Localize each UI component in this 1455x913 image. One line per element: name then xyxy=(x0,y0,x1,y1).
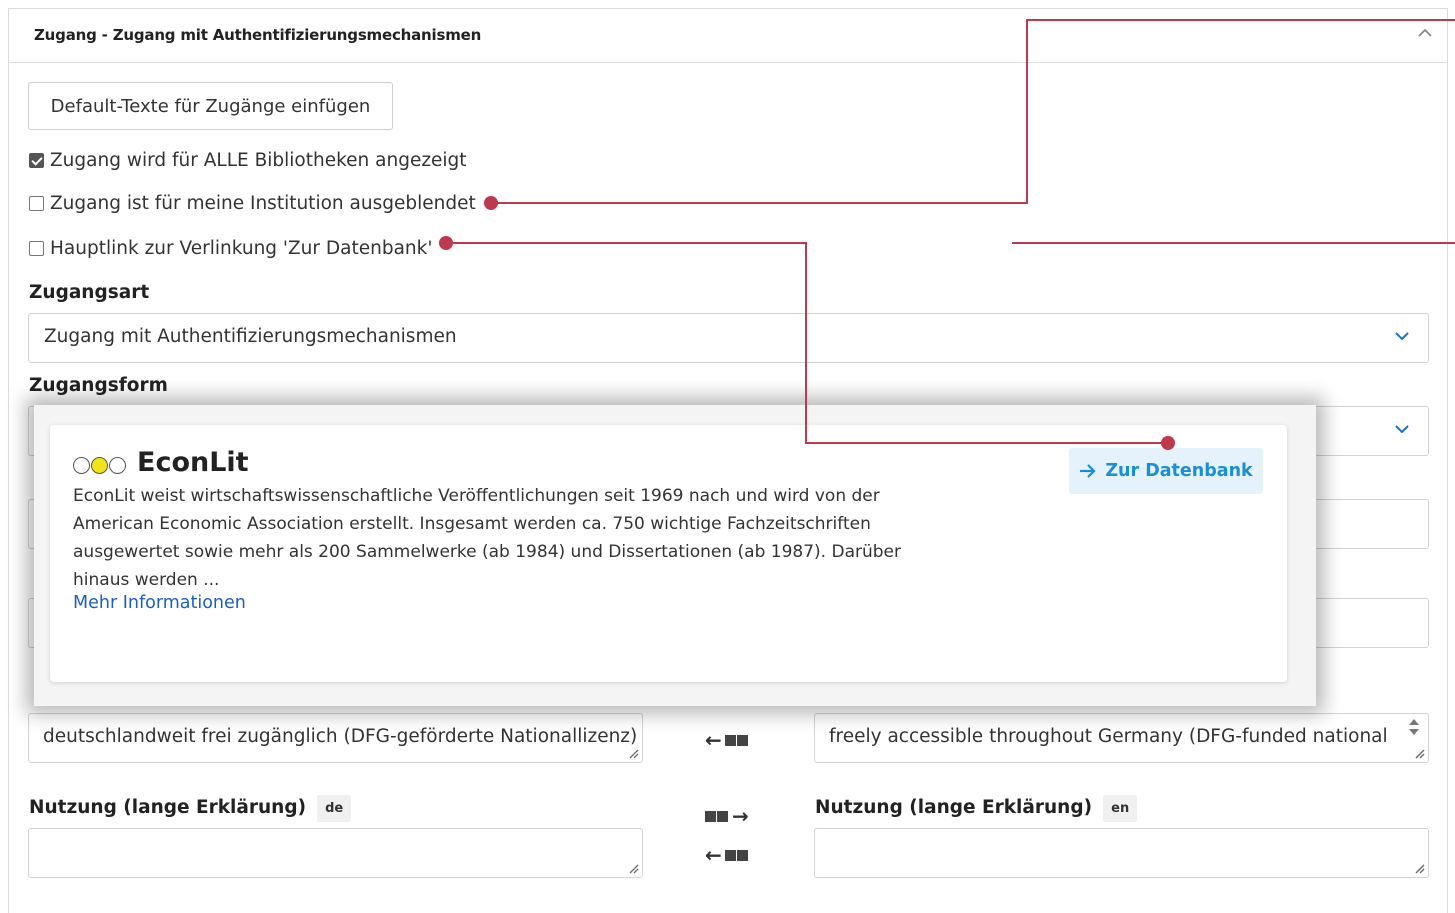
usage-short-de-textarea[interactable]: deutschlandweit frei zugänglich (DFG-gef… xyxy=(28,713,643,763)
database-title: EconLit xyxy=(137,447,249,478)
checkbox-label: Hauptlink zur Verlinkung 'Zur Datenbank' xyxy=(50,237,433,259)
zugangsform-label: Zugangsform xyxy=(29,375,168,396)
usage-short-en-textarea[interactable]: freely accessible throughout Germany (DF… xyxy=(814,713,1429,763)
usage-long-de-textarea[interactable] xyxy=(28,828,643,878)
arrow-right-icon xyxy=(1080,464,1096,478)
chevron-down-icon xyxy=(1395,425,1409,434)
checkbox-row-main-link[interactable]: Hauptlink zur Verlinkung 'Zur Datenbank' xyxy=(29,235,432,261)
checkbox-main-link[interactable] xyxy=(29,240,44,256)
resize-handle-icon[interactable] xyxy=(1415,749,1425,759)
to-database-label: Zur Datenbank xyxy=(1105,461,1253,481)
checkbox-row-hide-institution[interactable]: Zugang ist für meine Institution ausgebl… xyxy=(29,190,476,216)
usage-long-de-label-row: Nutzung (lange Erklärung) de xyxy=(29,795,352,822)
more-info-link[interactable]: Mehr Informationen xyxy=(73,593,246,613)
translate-left-icon[interactable]: ← xyxy=(705,728,749,752)
usage-short-de-value: deutschlandweit frei zugänglich (DFG-gef… xyxy=(43,726,638,747)
insert-default-texts-button[interactable]: Default-Texte für Zugänge einfügen xyxy=(28,82,393,130)
to-database-button[interactable]: Zur Datenbank xyxy=(1069,448,1263,494)
database-description: EconLit weist wirtschaftswissenschaftlic… xyxy=(73,486,902,590)
chevron-down-icon xyxy=(1395,332,1409,341)
translate-left-icon[interactable]: ← xyxy=(705,843,749,867)
traffic-dot-yellow-icon xyxy=(91,457,108,474)
lang-badge-en: en xyxy=(1103,795,1138,822)
preview-card: EconLit EconLit weist wirtschaftswissens… xyxy=(50,425,1287,682)
usage-short-en-value: freely accessible throughout Germany (DF… xyxy=(829,726,1388,747)
resize-handle-icon[interactable] xyxy=(1415,864,1425,874)
zugangsart-value: Zugang mit Authentifizierungsmechanismen xyxy=(44,326,457,347)
hidden-field-right-1[interactable] xyxy=(1300,499,1429,549)
translate-right-icon[interactable]: → xyxy=(705,804,749,828)
usage-long-en-label-row: Nutzung (lange Erklärung) en xyxy=(815,795,1138,822)
resize-handle-icon[interactable] xyxy=(629,749,639,759)
chevron-up-icon[interactable] xyxy=(1417,27,1433,39)
checkbox-label: Zugang wird für ALLE Bibliotheken angeze… xyxy=(50,149,467,171)
zugangsart-label: Zugangsart xyxy=(29,282,150,303)
usage-long-en-label: Nutzung (lange Erklärung) xyxy=(815,797,1093,818)
checkbox-all-libraries[interactable] xyxy=(29,152,44,168)
zugangsart-select[interactable]: Zugang mit Authentifizierungsmechanismen xyxy=(28,313,1429,363)
lang-badge-de: de xyxy=(317,795,352,822)
panel-header[interactable]: Zugang - Zugang mit Authentifizierungsme… xyxy=(9,9,1447,63)
traffic-dot-red-icon xyxy=(73,457,90,474)
traffic-dot-green-icon xyxy=(109,457,126,474)
spinner-arrows-icon[interactable] xyxy=(1408,718,1420,736)
resize-handle-icon[interactable] xyxy=(629,864,639,874)
usage-long-de-label: Nutzung (lange Erklärung) xyxy=(29,797,307,818)
checkbox-row-all-libraries[interactable]: Zugang wird für ALLE Bibliotheken angeze… xyxy=(29,147,467,173)
traffic-light-icon xyxy=(73,457,126,474)
hidden-field-right-2[interactable] xyxy=(1300,598,1429,648)
usage-long-en-textarea[interactable] xyxy=(814,828,1429,878)
panel-title: Zugang - Zugang mit Authentifizierungsme… xyxy=(34,26,482,44)
checkbox-label: Zugang ist für meine Institution ausgebl… xyxy=(50,192,476,214)
checkbox-hide-institution[interactable] xyxy=(29,195,44,211)
